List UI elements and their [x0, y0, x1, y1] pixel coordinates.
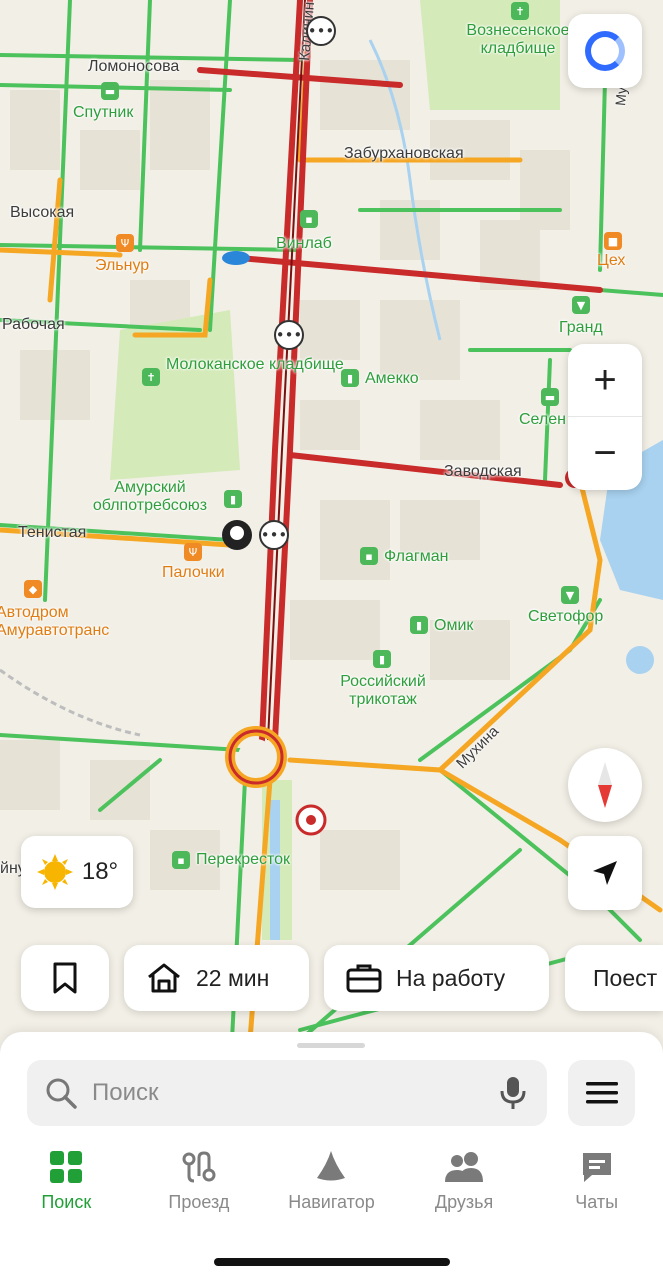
car-pin-icon[interactable]: ◆	[24, 580, 42, 598]
cemetery-pin-icon[interactable]: ✝	[511, 2, 529, 20]
poi-perekrestok[interactable]: Перекресток	[196, 851, 290, 869]
tab-navigator[interactable]: Навигатор	[265, 1150, 398, 1213]
poi-molokanskoe-kladbishche[interactable]: Молоканское кладбище	[166, 356, 344, 374]
search-bar[interactable]: Поиск	[27, 1060, 547, 1126]
shop-pin-icon-2[interactable]: ▪	[360, 547, 378, 565]
tab-transit-label: Проезд	[168, 1192, 230, 1212]
shop-pin-icon-3[interactable]: ▪	[172, 851, 190, 869]
my-location-button[interactable]	[568, 836, 642, 910]
building-pin-icon-2[interactable]: ▮	[224, 490, 242, 508]
poi-voznesenskoe-kladbishche[interactable]: Вознесенское кладбище	[462, 22, 574, 59]
street-rabochaya: Рабочая	[2, 316, 65, 333]
road-event-chat-icon-2[interactable]: •••	[274, 320, 304, 350]
home-route-time: 22 мин	[196, 964, 270, 991]
hamburger-icon	[585, 1082, 618, 1104]
bookmark-icon	[53, 962, 77, 994]
zoom-controls: + −	[568, 344, 642, 490]
building-pin-icon[interactable]: ▮	[341, 369, 359, 387]
cemetery-pin-icon-2[interactable]: ✝	[142, 368, 160, 386]
zoom-out-button[interactable]: −	[568, 417, 642, 490]
cart-pin-icon[interactable]: ▼	[572, 296, 590, 314]
road-event-chat-icon-3[interactable]: •••	[259, 520, 289, 550]
poi-omik[interactable]: Омик	[434, 617, 473, 635]
weather-widget[interactable]: 18°	[21, 836, 133, 908]
location-arrow-icon	[593, 861, 617, 885]
tab-chats-label: Чаты	[575, 1192, 619, 1212]
assistant-ring-icon	[585, 31, 625, 71]
hotel-pin-icon-2[interactable]: ▬	[541, 388, 559, 406]
road-event-chat-icon[interactable]: •••	[306, 16, 336, 46]
poi-amekko[interactable]: Амекко	[365, 370, 419, 388]
tab-navigator-label: Навигатор	[288, 1192, 375, 1212]
poi-palochki[interactable]: Палочки	[162, 564, 225, 582]
compass-button[interactable]	[568, 748, 642, 822]
sun-icon	[36, 854, 73, 890]
sheet-grip-handle[interactable]	[297, 1043, 365, 1048]
poi-amursky-oblpotrebsoyuz[interactable]: Амурский облпотребсоюз	[84, 479, 216, 516]
hotel-pin-icon[interactable]: ▬	[101, 82, 119, 100]
home-icon	[148, 963, 180, 993]
navigator-icon	[317, 1151, 346, 1181]
home-indicator[interactable]	[214, 1258, 450, 1266]
street-zaburhanovskaya: Забурхановская	[344, 145, 464, 162]
street-lomonosova: Ломоносова	[88, 58, 180, 75]
weather-temperature: 18°	[81, 858, 119, 885]
tab-friends[interactable]: Друзья	[398, 1150, 531, 1213]
eat-chip-label: Поест	[593, 964, 658, 991]
poi-tseh[interactable]: Цех	[597, 252, 625, 270]
gym-pin-icon[interactable]: ■	[604, 232, 622, 250]
menu-button[interactable]	[568, 1060, 635, 1126]
microphone-icon[interactable]	[499, 1075, 527, 1111]
bottom-sheet[interactable]: Поиск Поиск Проезд Навигатор Друзья Чаты	[0, 1032, 663, 1280]
tab-search[interactable]: Поиск	[0, 1150, 133, 1213]
building-pin-icon-4[interactable]: ▮	[373, 650, 391, 668]
street-mu: Му	[612, 86, 630, 107]
eat-chip[interactable]: Поест	[565, 945, 663, 1011]
poi-selena[interactable]: Селен	[519, 411, 566, 429]
friends-icon	[445, 1152, 484, 1182]
maps-app: Ломоносова Калинин Забурхановская Высока…	[0, 0, 663, 1280]
transit-icon	[182, 1151, 216, 1183]
building-pin-icon-3[interactable]: ▮	[410, 616, 428, 634]
voice-assistant-button[interactable]	[568, 14, 642, 88]
poi-rossiysky-trikotazh[interactable]: Российский трикотаж	[328, 673, 438, 710]
briefcase-icon	[346, 964, 382, 993]
poi-grand[interactable]: Гранд	[559, 319, 603, 337]
tab-transit[interactable]: Проезд	[133, 1150, 266, 1213]
street-tenistaya: Тенистая	[18, 524, 87, 541]
grid-icon	[50, 1151, 83, 1183]
search-input[interactable]: Поиск	[92, 1079, 499, 1107]
restaurant-pin-icon[interactable]: Ψ	[116, 234, 134, 252]
bookmarks-chip[interactable]	[21, 945, 109, 1011]
tab-chats[interactable]: Чаты	[530, 1150, 663, 1213]
poi-svetofor[interactable]: Светофор	[528, 608, 603, 626]
poi-flagman[interactable]: Флагман	[384, 548, 448, 566]
street-zavodskaya: Заводская	[444, 463, 522, 480]
cart-pin-icon-2[interactable]: ▼	[561, 586, 579, 604]
work-route-label: На работу	[396, 964, 506, 991]
zoom-in-button[interactable]: +	[568, 344, 642, 417]
bottom-tab-bar: Поиск Проезд Навигатор Друзья Чаты	[0, 1150, 663, 1213]
search-icon	[46, 1078, 77, 1109]
tab-search-label: Поиск	[41, 1192, 92, 1212]
street-vysokaya: Высокая	[10, 204, 75, 221]
poi-sputnik[interactable]: Спутник	[73, 104, 133, 122]
work-route-chip[interactable]: На работу	[324, 945, 549, 1011]
chat-icon	[582, 1153, 611, 1182]
restaurant-pin-icon-2[interactable]: Ψ	[184, 543, 202, 561]
shop-pin-icon[interactable]: ▪	[300, 210, 318, 228]
poi-elnur[interactable]: Эльнур	[95, 257, 149, 275]
poi-avtodrom[interactable]: Автодром Амуравтотранс	[0, 604, 109, 641]
home-route-chip[interactable]: 22 мин	[124, 945, 309, 1011]
poi-vinlab[interactable]: Винлаб	[276, 235, 332, 253]
compass-icon	[598, 762, 612, 808]
tab-friends-label: Друзья	[434, 1192, 494, 1212]
